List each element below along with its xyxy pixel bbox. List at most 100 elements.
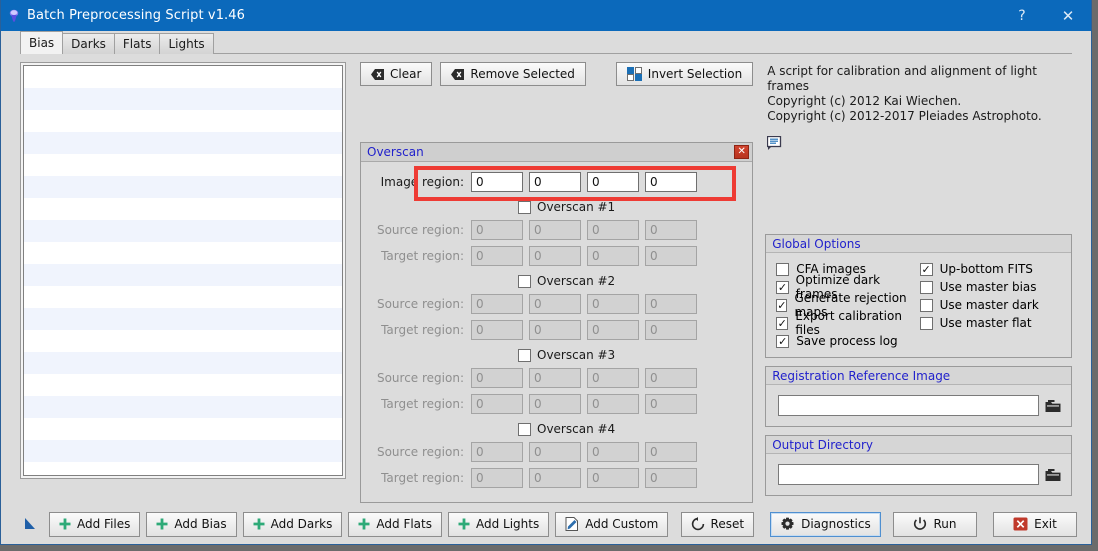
generate-rejection-maps-checkbox[interactable]: ✓ bbox=[776, 298, 788, 312]
list-item[interactable] bbox=[24, 66, 342, 88]
list-item[interactable] bbox=[24, 198, 342, 220]
output-directory-folder-icon[interactable] bbox=[1045, 468, 1061, 482]
add-custom-label: Add Custom bbox=[585, 517, 659, 531]
overscan-2-checkbox-row[interactable]: Overscan #2 bbox=[371, 270, 742, 292]
list-item[interactable] bbox=[24, 176, 342, 198]
tab-lights[interactable]: Lights bbox=[159, 33, 214, 54]
list-item[interactable] bbox=[24, 88, 342, 110]
list-item[interactable] bbox=[24, 440, 342, 462]
list-item[interactable] bbox=[24, 132, 342, 154]
registration-reference-header: Registration Reference Image bbox=[766, 367, 1071, 385]
tab-darks[interactable]: Darks bbox=[62, 33, 115, 54]
image-region-y0-input[interactable] bbox=[529, 172, 581, 192]
help-button[interactable]: ? bbox=[999, 0, 1045, 31]
title-bar: Batch Preprocessing Script v1.46 ? ✕ bbox=[1, 0, 1091, 31]
exit-button[interactable]: Exit bbox=[993, 511, 1077, 537]
list-item[interactable] bbox=[24, 286, 342, 308]
add-darks-button[interactable]: Add Darks bbox=[242, 511, 343, 537]
list-item[interactable] bbox=[24, 352, 342, 374]
use-master-bias-label: Use master bias bbox=[939, 280, 1037, 294]
use-master-dark-checkbox[interactable] bbox=[919, 298, 933, 312]
registration-reference-folder-icon[interactable] bbox=[1045, 399, 1061, 413]
list-item[interactable] bbox=[24, 462, 342, 475]
up-bottom-fits-checkbox[interactable]: ✓ bbox=[919, 262, 933, 276]
plus-icon bbox=[253, 518, 265, 530]
list-item[interactable] bbox=[24, 220, 342, 242]
list-item[interactable] bbox=[24, 154, 342, 176]
global-options-left-column: CFA images ✓ Optimize dark frames ✓ Gene… bbox=[776, 260, 919, 350]
overscan-2-target-y1-input bbox=[645, 320, 697, 340]
use-master-bias-checkbox[interactable] bbox=[919, 280, 933, 294]
list-item[interactable] bbox=[24, 242, 342, 264]
registration-reference-group: Registration Reference Image bbox=[765, 366, 1072, 427]
list-item[interactable] bbox=[24, 374, 342, 396]
run-button[interactable]: Run bbox=[893, 511, 977, 537]
overscan-2-target-label: Target region: bbox=[381, 323, 464, 337]
list-item[interactable] bbox=[24, 418, 342, 440]
close-icon bbox=[1013, 517, 1028, 531]
add-custom-button[interactable]: Add Custom bbox=[555, 511, 669, 537]
comment-bubble-icon[interactable] bbox=[767, 136, 1072, 151]
overscan-3-target-row: Target region: bbox=[371, 392, 742, 416]
optimize-dark-frames-checkbox[interactable]: ✓ bbox=[776, 280, 789, 294]
registration-reference-input[interactable] bbox=[778, 395, 1039, 416]
list-item[interactable] bbox=[24, 308, 342, 330]
overscan-1-checkbox-row[interactable]: Overscan #1 bbox=[371, 196, 742, 218]
overscan-4-target-y1-input bbox=[645, 468, 697, 488]
overscan-4-checkbox-row[interactable]: Overscan #4 bbox=[371, 418, 742, 440]
use-master-flat-checkbox[interactable] bbox=[919, 316, 933, 330]
remove-selected-label: Remove Selected bbox=[470, 67, 575, 81]
option-export-calibration-files[interactable]: ✓ Export calibration files bbox=[776, 309, 919, 337]
right-column: A script for calibration and alignment o… bbox=[765, 62, 1072, 504]
tab-bias[interactable]: Bias bbox=[20, 31, 64, 54]
plus-icon bbox=[156, 518, 168, 530]
export-calibration-files-checkbox[interactable]: ✓ bbox=[776, 316, 789, 330]
tab-flats-label: Flats bbox=[122, 37, 152, 51]
add-flats-button[interactable]: Add Flats bbox=[348, 511, 442, 537]
reset-label: Reset bbox=[710, 517, 745, 531]
list-item[interactable] bbox=[24, 330, 342, 352]
overscan-close-button[interactable]: ✕ bbox=[734, 145, 750, 159]
file-list[interactable] bbox=[23, 65, 343, 476]
option-use-master-bias[interactable]: Use master bias bbox=[919, 278, 1063, 296]
overscan-4-target-y0-input bbox=[529, 468, 581, 488]
diagnostics-button[interactable]: Diagnostics bbox=[770, 511, 881, 537]
image-region-x0-input[interactable] bbox=[471, 172, 523, 192]
option-up-bottom-fits[interactable]: ✓ Up-bottom FITS bbox=[919, 260, 1063, 278]
overscan-3-checkbox[interactable] bbox=[518, 348, 531, 362]
reset-button[interactable]: Reset bbox=[680, 511, 755, 537]
overscan-3-checkbox-row[interactable]: Overscan #3 bbox=[371, 344, 742, 366]
list-item[interactable] bbox=[24, 264, 342, 286]
overscan-2-source-y1-input bbox=[645, 294, 697, 314]
option-use-master-dark[interactable]: Use master dark bbox=[919, 296, 1063, 314]
add-bias-button[interactable]: Add Bias bbox=[146, 511, 237, 537]
edit-document-icon bbox=[565, 517, 579, 531]
clear-button[interactable]: Clear bbox=[360, 62, 433, 86]
close-window-button[interactable]: ✕ bbox=[1045, 0, 1091, 31]
save-process-log-checkbox[interactable]: ✓ bbox=[776, 334, 790, 348]
image-region-row: Image region: bbox=[371, 170, 742, 194]
remove-icon bbox=[451, 68, 465, 80]
overscan-4-checkbox[interactable] bbox=[518, 422, 531, 436]
triangle-pointer-icon[interactable] bbox=[17, 517, 43, 531]
output-directory-title: Output Directory bbox=[772, 437, 873, 452]
list-item[interactable] bbox=[24, 110, 342, 132]
add-lights-button[interactable]: Add Lights bbox=[447, 511, 550, 537]
overscan-2-checkbox[interactable] bbox=[518, 274, 531, 288]
list-item[interactable] bbox=[24, 396, 342, 418]
overscan-2-target-x0-input bbox=[471, 320, 523, 340]
image-region-x1-input[interactable] bbox=[587, 172, 639, 192]
add-bias-label: Add Bias bbox=[174, 517, 227, 531]
option-use-master-flat[interactable]: Use master flat bbox=[919, 314, 1063, 332]
invert-selection-button[interactable]: Invert Selection bbox=[615, 62, 754, 86]
invert-selection-icon bbox=[626, 67, 642, 81]
overscan-1-checkbox[interactable] bbox=[518, 200, 531, 214]
image-region-y1-input[interactable] bbox=[645, 172, 697, 192]
main-content: Clear Remove Selected Invert Selection O… bbox=[1, 54, 1091, 504]
add-files-button[interactable]: Add Files bbox=[49, 511, 141, 537]
remove-selected-button[interactable]: Remove Selected bbox=[440, 62, 586, 86]
overscan-1-target-label: Target region: bbox=[381, 249, 464, 263]
output-directory-input[interactable] bbox=[778, 464, 1039, 485]
cfa-images-checkbox[interactable] bbox=[776, 262, 790, 276]
tab-flats[interactable]: Flats bbox=[113, 33, 161, 54]
